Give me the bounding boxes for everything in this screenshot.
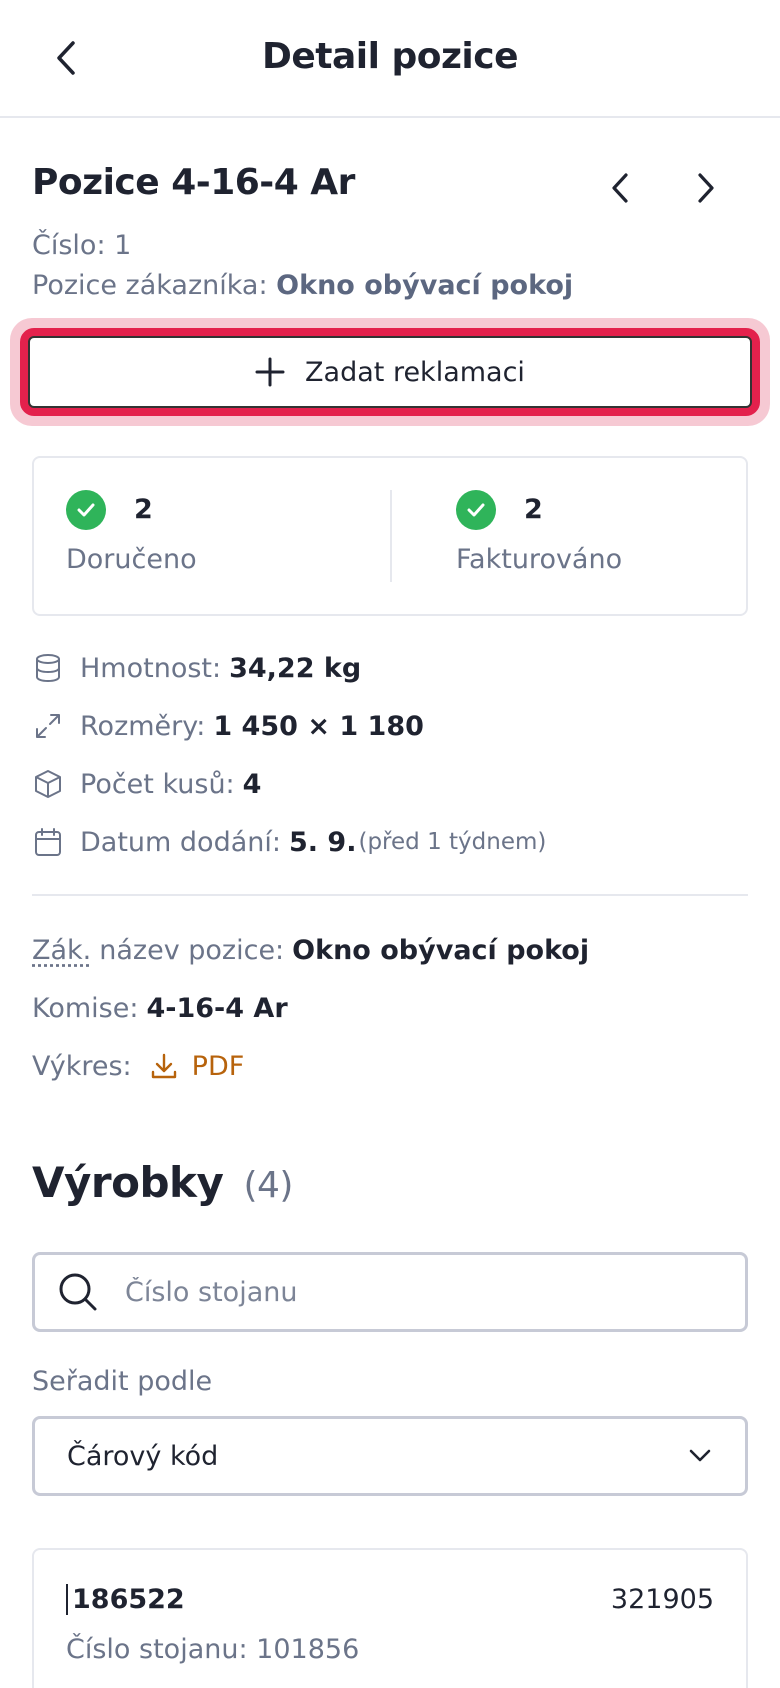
delivered-label: Doručeno: [66, 544, 197, 575]
position-number-label: Číslo:: [32, 230, 106, 261]
delivery-date-label: Datum dodání:: [80, 826, 281, 858]
invoiced-count: 2: [524, 494, 543, 525]
delivery-date-relative: (před 1 týdnem): [358, 829, 547, 855]
sort-select[interactable]: Čárový kód: [32, 1416, 748, 1496]
commission-value: 4-16-4 Ar: [146, 992, 288, 1024]
expand-icon: [32, 710, 64, 742]
rack-search-box: [32, 1252, 748, 1332]
status-card: 2 Doručeno 2 Fakturováno: [32, 456, 748, 616]
drawing-pdf-link[interactable]: PDF: [150, 1050, 245, 1082]
product-rack: Číslo stojanu: 101856: [66, 1634, 359, 1665]
invoiced-label: Fakturováno: [456, 544, 623, 575]
next-position-button[interactable]: [684, 166, 728, 210]
commission-label: Komise:: [32, 992, 139, 1024]
check-circle-icon: [456, 490, 496, 530]
customer-abbreviation: Zák.: [32, 934, 92, 966]
status-divider: [390, 490, 392, 582]
product-number: 321905: [610, 1584, 714, 1615]
product-barcode: 186522: [66, 1584, 185, 1615]
spec-dimensions: Rozměry: 1 450 × 1 180: [32, 706, 748, 746]
chevron-right-icon: [698, 173, 714, 203]
status-delivered: 2 Doručeno: [34, 458, 384, 614]
dimensions-value: 1 450 × 1 180: [213, 710, 424, 742]
customer-position: Pozice zákazníka: Okno obývací pokoj: [32, 270, 573, 301]
customer-position-value: Okno obývací pokoj: [276, 270, 574, 301]
delivery-date-value: 5. 9.: [288, 826, 357, 858]
product-rack-value: 101856: [256, 1634, 360, 1665]
download-icon: [151, 1053, 176, 1079]
add-claim-label: Zadat reklamaci: [305, 356, 525, 388]
section-divider: [32, 894, 748, 896]
dimensions-label: Rozměry:: [80, 710, 206, 742]
customer-position-name-value: Okno obývací pokoj: [292, 934, 590, 966]
weight-label: Hmotnost:: [80, 652, 222, 684]
position-title: Pozice 4-16-4 Ar: [32, 162, 355, 203]
customer-position-label: Pozice zákazníka:: [32, 270, 268, 301]
position-number-value: 1: [114, 230, 132, 261]
drawing-pdf-label: PDF: [191, 1050, 245, 1082]
product-rack-label: Číslo stojanu:: [66, 1634, 248, 1665]
drawing: Výkres: PDF: [32, 1046, 244, 1086]
chevron-down-icon: [689, 1449, 711, 1462]
weight-value: 34,22 kg: [229, 652, 362, 684]
search-icon: [59, 1273, 97, 1311]
top-app-bar: Detail pozice: [0, 0, 780, 118]
customer-position-name: Zák. název pozice: Okno obývací pokoj: [32, 930, 589, 970]
calendar-icon: [32, 826, 64, 858]
sort-selected-value: Čárový kód: [67, 1440, 219, 1472]
spec-weight: Hmotnost: 34,22 kg: [32, 648, 748, 688]
position-number: Číslo: 1: [32, 230, 131, 261]
plus-icon: [255, 357, 285, 387]
status-invoiced: 2 Fakturováno: [424, 458, 774, 614]
previous-position-button[interactable]: [598, 166, 642, 210]
products-title: Výrobky: [32, 1158, 224, 1207]
customer-position-name-label: název pozice:: [99, 934, 285, 966]
spec-pieces: Počet kusů: 4: [32, 764, 748, 804]
rack-search-input[interactable]: [125, 1276, 685, 1308]
sort-label: Seřadit podle: [32, 1366, 213, 1397]
pieces-value: 4: [242, 768, 262, 800]
box-icon: [32, 768, 64, 800]
product-card[interactable]: 186522 321905 Číslo stojanu: 101856: [32, 1548, 748, 1688]
database-icon: [32, 652, 64, 684]
commission: Komise: 4-16-4 Ar: [32, 988, 288, 1028]
position-header: Pozice 4-16-4 Ar: [32, 162, 748, 222]
chevron-left-icon: [612, 173, 628, 203]
spec-delivery-date: Datum dodání: 5. 9. (před 1 týdnem): [32, 822, 748, 862]
claim-button-focus-ring: Zadat reklamaci: [10, 318, 770, 426]
drawing-label: Výkres:: [32, 1050, 132, 1082]
add-claim-button[interactable]: Zadat reklamaci: [20, 328, 760, 416]
check-circle-icon: [66, 490, 106, 530]
pieces-label: Počet kusů:: [80, 768, 235, 800]
products-count: (4): [243, 1165, 293, 1206]
page-title: Detail pozice: [261, 36, 519, 77]
delivered-count: 2: [134, 494, 153, 525]
products-section-title: Výrobky (4): [32, 1158, 293, 1207]
